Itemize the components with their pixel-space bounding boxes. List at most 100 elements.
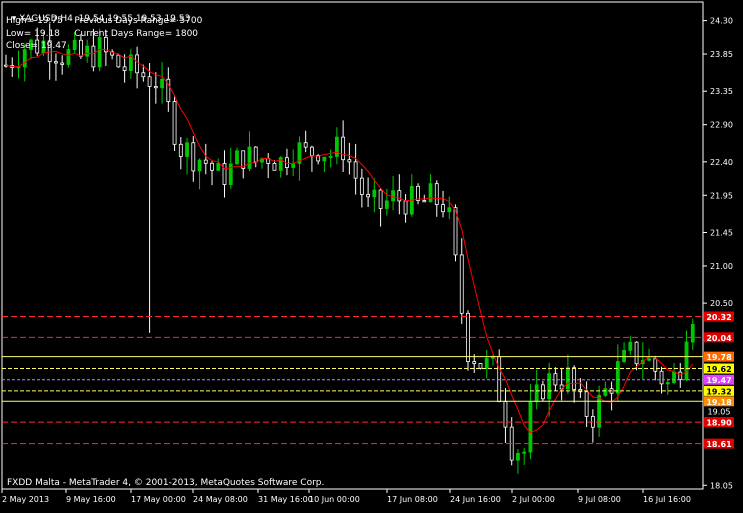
candle-body [384, 200, 389, 209]
candle-body [353, 161, 358, 179]
level-label: 20.32 [706, 313, 731, 322]
candle-body [22, 49, 27, 68]
y-tick-label: 22.90 [710, 121, 733, 130]
candle-body [66, 49, 71, 65]
candle-body [97, 37, 102, 68]
moving-average-line [5, 48, 694, 434]
price-chart[interactable]: 20.32 20.04 19.78 19.62 19.47 19.32 19.1819.05… [0, 0, 743, 509]
y-tick-label: 21.45 [710, 228, 733, 237]
candle-body [347, 159, 352, 163]
candle-body [422, 200, 427, 203]
candle-body [247, 146, 252, 169]
candle-body [478, 363, 483, 369]
candle-body [516, 452, 520, 461]
candle-body [366, 194, 371, 198]
high-text: High= 19.75 [6, 16, 63, 26]
candle-body [341, 136, 346, 161]
candle-body [135, 54, 140, 74]
x-tick-label: 2 Jul 00:00 [512, 495, 555, 504]
candle-body [153, 85, 158, 89]
y-tick-label: 21.95 [710, 191, 733, 200]
x-tick-label: 31 May 16:00 [258, 495, 313, 504]
level-label: 19.05 [708, 407, 731, 416]
candle-body [197, 159, 202, 172]
y-tick-label: 23.35 [710, 87, 733, 96]
candle-body [147, 76, 152, 87]
candle-body [322, 156, 327, 162]
close-text: Close= 19.47 [6, 41, 67, 51]
candle-body [141, 72, 146, 78]
candle-body [291, 163, 296, 168]
candle-body [122, 66, 127, 72]
candle-body [678, 371, 683, 380]
close-line: Close= 19.47 [6, 41, 67, 52]
candle-body [672, 371, 676, 383]
x-tick-label: 9 Jul 08:00 [578, 495, 621, 504]
candle-body [684, 341, 689, 380]
candle-body [447, 207, 452, 213]
candle-body [253, 146, 258, 163]
candle-body [665, 382, 670, 385]
candle-body [484, 357, 489, 369]
y-tick-label: 24.30 [710, 17, 733, 26]
candle-body [459, 254, 464, 314]
x-tick-label: 24 May 08:00 [193, 495, 248, 504]
candle-body [310, 146, 314, 156]
low-text: Low= 19.18 [6, 29, 60, 39]
candle-body [72, 39, 77, 50]
candle-body [272, 163, 277, 171]
level-label: 18.61 [706, 440, 732, 449]
candle-body [54, 61, 58, 64]
candle-body [572, 367, 577, 390]
level-label: 19.78 [706, 353, 732, 362]
candle-body [334, 136, 339, 157]
y-tick-label: 18.05 [710, 481, 733, 490]
candle-body [116, 54, 121, 68]
x-tick-label: 2 May 2013 [2, 495, 49, 504]
candle-body [634, 341, 639, 365]
candle-body [659, 370, 664, 385]
candle-body [397, 190, 402, 202]
candle-body [85, 45, 90, 57]
candle-body [690, 323, 695, 343]
candle-body [547, 373, 552, 400]
y-tick-label: 21.00 [710, 262, 733, 271]
level-label: 19.62 [706, 365, 731, 374]
candle-body [328, 156, 333, 158]
candle-body [191, 142, 196, 172]
candle-body [79, 39, 83, 57]
candle-body [372, 189, 377, 198]
candle-body [303, 142, 308, 148]
candle-body [434, 183, 439, 206]
candle-body [441, 204, 445, 213]
candle-body [359, 177, 364, 195]
candle-body [584, 391, 589, 417]
candle-body [565, 367, 570, 390]
x-tick-label: 10 Jun 00:00 [309, 495, 360, 504]
level-label: 20.04 [706, 334, 732, 343]
candle-body [503, 401, 508, 428]
y-tick-label: 23.85 [710, 50, 733, 59]
x-tick-label: 17 Jun 08:00 [387, 495, 438, 504]
candle-body [403, 200, 408, 215]
candle-body [428, 183, 433, 203]
candle-body [172, 101, 177, 145]
candle-body [203, 159, 208, 164]
candle-body [615, 361, 620, 394]
candle-body [222, 163, 227, 185]
high-line: High= 19.75 Previous Days Range= 5700 [6, 16, 202, 27]
candle-body [497, 356, 502, 403]
candle-body [628, 341, 633, 351]
low-line: Low= 19.18 Current Days Range= 1800 [6, 29, 198, 40]
candle-body [235, 150, 239, 165]
candle-body [210, 162, 214, 171]
candle-body [522, 451, 527, 454]
candle-body [216, 163, 221, 171]
y-tick-label: 22.40 [710, 158, 733, 167]
y-tick-label: 20.50 [710, 299, 733, 308]
chart-area[interactable]: 20.32 20.04 19.78 19.62 19.47 19.32 19.18 19.05… [0, 0, 743, 509]
candle-body [391, 190, 395, 202]
candle-body [60, 62, 65, 65]
prev-range-text: Previous Days Range= 5700 [74, 16, 203, 26]
candle-body [472, 361, 477, 364]
